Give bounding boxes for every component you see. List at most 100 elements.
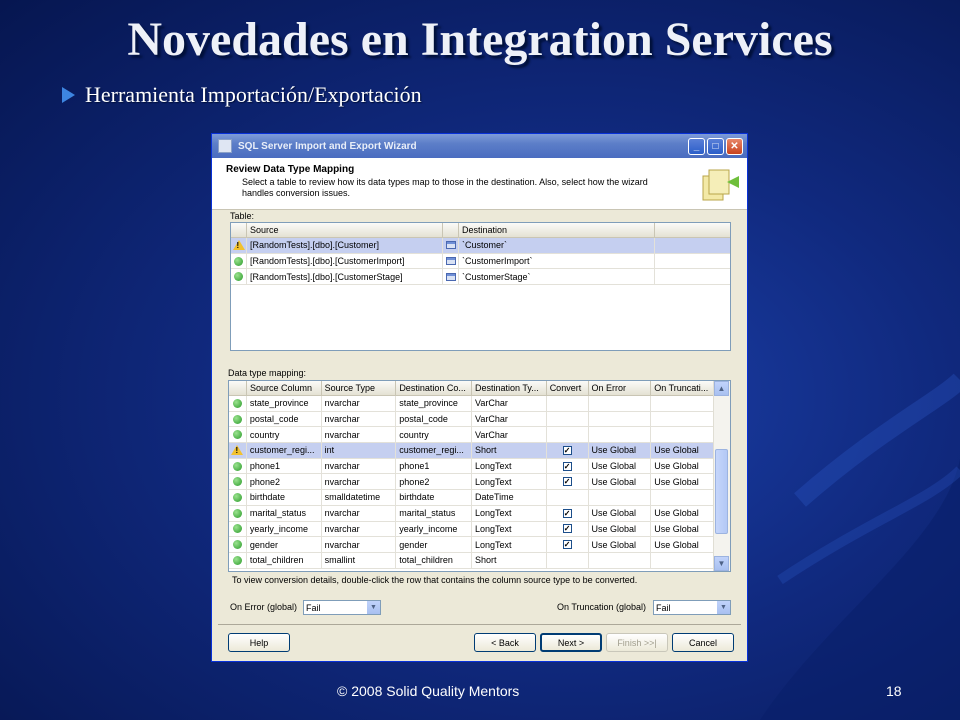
on-error-cell[interactable]: Use Global xyxy=(589,505,652,521)
on-truncation-cell[interactable]: Use Global xyxy=(651,474,714,490)
check-circle-icon xyxy=(232,430,242,440)
on-truncation-cell[interactable]: Use Global xyxy=(651,505,714,521)
bullet-text: Herramienta Importación/Exportación xyxy=(85,82,422,107)
convert-cell: ✓ xyxy=(547,505,589,521)
column-header-destination[interactable]: Destination xyxy=(459,223,655,237)
on-error-cell[interactable]: Use Global xyxy=(589,458,652,474)
convert-checkbox[interactable]: ✓ xyxy=(562,445,572,455)
on-error-cell[interactable] xyxy=(589,411,652,427)
column-header-convert[interactable]: Convert xyxy=(547,381,589,395)
column-header-on-truncation[interactable]: On Truncati... xyxy=(651,381,714,395)
mapping-row[interactable]: state_province nvarchar state_province VarC… xyxy=(229,396,714,412)
status-cell xyxy=(231,253,247,269)
source-column-cell: customer_regi... xyxy=(247,443,322,458)
minimize-button[interactable]: _ xyxy=(688,137,705,155)
finish-button[interactable]: Finish >>| xyxy=(606,633,668,652)
on-truncation-cell[interactable] xyxy=(651,396,714,411)
source-type-cell: int xyxy=(322,443,397,458)
column-header-source-type[interactable]: Source Type xyxy=(322,381,397,395)
mapping-row[interactable]: customer_regi...intcustomer_regi...Short… xyxy=(229,443,714,459)
table-row[interactable]: [RandomTests].[dbo].[Customer] `Customer` xyxy=(231,238,730,254)
column-header-on-error[interactable]: On Error xyxy=(589,381,652,395)
column-header-destination-type[interactable]: Destination Ty... xyxy=(472,381,547,395)
back-button[interactable]: < Back xyxy=(474,633,536,652)
column-header-source-column[interactable]: Source Column xyxy=(247,381,322,395)
table-row[interactable]: [RandomTests].[dbo].[CustomerStage] `Cust… xyxy=(231,269,730,286)
destination-type-cell: VarChar xyxy=(472,411,547,427)
on-error-cell[interactable] xyxy=(589,427,652,443)
mapping-row[interactable]: phone2 nvarchar phone2 LongText ✓ Use Global U… xyxy=(229,474,714,491)
on-truncation-global-label: On Truncation (global) xyxy=(557,602,647,612)
on-truncation-global-select[interactable]: Fail ▼ xyxy=(653,600,731,615)
source-column-cell: total_children xyxy=(247,552,322,568)
mapping-row[interactable]: yearly_income nvarchar yearly_income LongTe… xyxy=(229,521,714,538)
destination-column-cell: phone1 xyxy=(396,458,472,474)
check-circle-icon xyxy=(234,256,243,266)
convert-cell: ✓ xyxy=(547,521,589,537)
source-column-cell: phone1 xyxy=(247,458,322,474)
on-error-cell[interactable] xyxy=(589,396,652,411)
mapping-grid: Source Column Source Type Destination Co… xyxy=(228,380,731,572)
column-header-source[interactable]: Source xyxy=(247,223,443,237)
source-type-cell: smallint xyxy=(322,552,397,568)
destination-type-cell: Short xyxy=(472,552,547,568)
on-truncation-cell[interactable] xyxy=(651,490,714,505)
source-column-cell: gender xyxy=(247,537,322,552)
maximize-button[interactable]: □ xyxy=(707,137,724,155)
on-error-cell[interactable]: Use Global xyxy=(589,537,652,552)
on-error-global-select[interactable]: Fail ▼ xyxy=(303,600,381,615)
on-truncation-cell[interactable]: Use Global xyxy=(651,537,714,552)
check-circle-icon xyxy=(232,414,242,424)
scroll-up-button[interactable]: ▲ xyxy=(714,381,729,396)
convert-checkbox[interactable]: ✓ xyxy=(562,508,572,518)
table-icon-cell xyxy=(443,253,459,269)
on-error-cell[interactable] xyxy=(589,490,652,505)
on-truncation-cell[interactable]: Use Global xyxy=(651,458,714,474)
table-row[interactable]: [RandomTests].[dbo].[CustomerImport] `Cus… xyxy=(231,253,730,270)
chevron-down-icon[interactable]: ▼ xyxy=(717,601,730,614)
check-circle-icon xyxy=(232,555,242,565)
mapping-row[interactable]: country nvarchar country VarChar xyxy=(229,427,714,444)
next-button[interactable]: Next > xyxy=(540,633,602,652)
table-icon-cell xyxy=(443,269,459,285)
scroll-down-button[interactable]: ▼ xyxy=(714,556,729,571)
convert-checkbox[interactable]: ✓ xyxy=(562,524,572,534)
destination-column-cell: state_province xyxy=(396,396,472,411)
on-error-cell[interactable]: Use Global xyxy=(589,521,652,537)
cancel-button[interactable]: Cancel xyxy=(672,633,734,652)
table-grid: Source Destination [RandomTests].[dbo].[… xyxy=(230,222,731,351)
mapping-row[interactable]: gender nvarchar gender LongText ✓ Use Global U… xyxy=(229,537,714,553)
mapping-row[interactable]: total_children smallint total_children Shor… xyxy=(229,552,714,569)
chevron-down-icon[interactable]: ▼ xyxy=(367,601,380,614)
destination-column-cell: gender xyxy=(396,537,472,552)
status-cell xyxy=(229,443,247,458)
on-error-cell[interactable]: Use Global xyxy=(589,474,652,490)
destination-column-cell: customer_regi... xyxy=(396,443,472,458)
source-cell: [RandomTests].[dbo].[CustomerStage] xyxy=(247,269,443,285)
mapping-row[interactable]: birthdate smalldatetime birthdate DateTime xyxy=(229,490,714,506)
table-icon xyxy=(445,272,456,281)
mapping-scrollbar[interactable]: ▲ ▼ xyxy=(713,381,730,571)
scroll-thumb[interactable] xyxy=(715,449,728,534)
on-truncation-cell[interactable]: Use Global xyxy=(651,443,714,458)
close-button[interactable]: ✕ xyxy=(726,137,743,155)
mapping-row[interactable]: marital_status nvarchar marital_status Long… xyxy=(229,505,714,522)
on-truncation-cell[interactable] xyxy=(651,411,714,427)
help-button[interactable]: Help xyxy=(228,633,290,652)
window-titlebar[interactable]: SQL Server Import and Export Wizard _ □ … xyxy=(212,134,747,158)
column-header-destination-column[interactable]: Destination Co... xyxy=(396,381,472,395)
on-truncation-cell[interactable]: Use Global xyxy=(651,521,714,537)
on-truncation-cell[interactable] xyxy=(651,552,714,568)
on-truncation-cell[interactable] xyxy=(651,427,714,443)
source-type-cell: nvarchar xyxy=(322,458,397,474)
source-cell: [RandomTests].[dbo].[Customer] xyxy=(247,238,443,253)
mapping-row[interactable]: phone1 nvarchar phone1 LongText ✓ Use Global U… xyxy=(229,458,714,475)
on-error-cell[interactable]: Use Global xyxy=(589,443,652,458)
mapping-row[interactable]: postal_code nvarchar postal_code VarChar xyxy=(229,411,714,428)
destination-cell: `CustomerImport` xyxy=(459,253,655,269)
on-error-cell[interactable] xyxy=(589,552,652,568)
on-error-global-label: On Error (global) xyxy=(230,602,298,612)
convert-checkbox[interactable]: ✓ xyxy=(562,540,572,550)
convert-checkbox[interactable]: ✓ xyxy=(562,477,572,487)
convert-checkbox[interactable]: ✓ xyxy=(562,461,572,471)
